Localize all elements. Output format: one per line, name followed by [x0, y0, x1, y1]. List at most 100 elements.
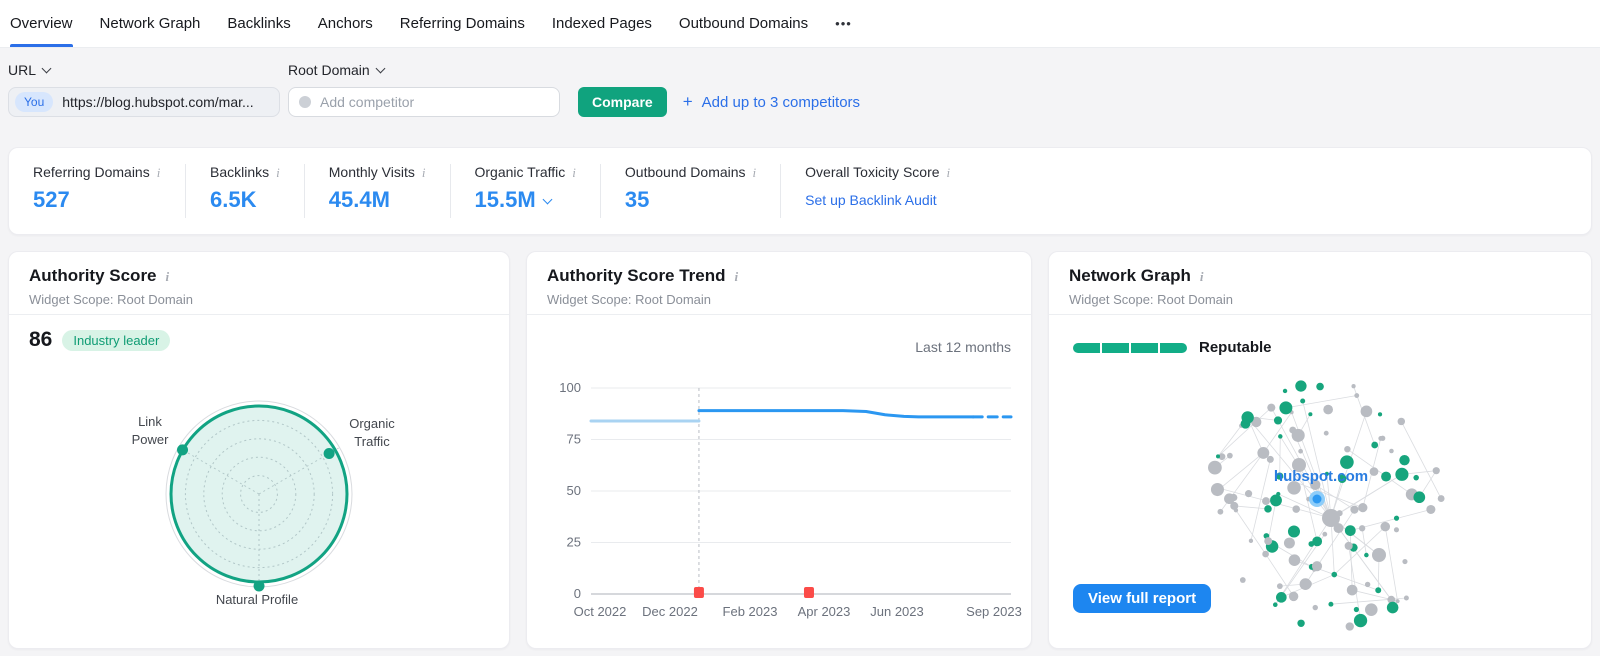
widget-scope: Widget Scope: Root Domain	[1069, 292, 1571, 307]
tab-indexed-pages[interactable]: Indexed Pages	[552, 0, 652, 47]
view-full-report-button[interactable]: View full report	[1073, 584, 1211, 613]
svg-text:0: 0	[574, 586, 581, 601]
metric-organic-traffic: Organic Traffic i 15.5M	[450, 164, 600, 218]
setup-backlink-audit-link[interactable]: Set up Backlink Audit	[805, 192, 950, 208]
metric-value: 6.5K	[210, 187, 280, 213]
card-title: Authority Score	[29, 266, 157, 286]
tab-outbound-domains[interactable]: Outbound Domains	[679, 0, 808, 47]
chevron-down-icon	[375, 63, 385, 73]
info-icon[interactable]: i	[1200, 270, 1204, 283]
metric-backlinks: Backlinks i 6.5K	[185, 164, 304, 218]
widget-scope: Widget Scope: Root Domain	[547, 292, 1011, 307]
metric-monthly-visits: Monthly Visitsi 45.4M	[304, 164, 450, 218]
ellipsis-icon: •••	[835, 16, 852, 31]
add-competitors-link[interactable]: + Add up to 3 competitors	[683, 87, 860, 117]
radar-axis-link-power: Link Power	[121, 413, 179, 448]
info-icon[interactable]: i	[276, 166, 280, 179]
tabs-more-button[interactable]: •••	[835, 0, 852, 47]
tab-anchors-label: Anchors	[318, 15, 373, 32]
svg-text:100: 100	[559, 380, 581, 395]
trend-chart-body: Last 12 months 0 25 50 75 100 Oct 2022 Dec 202…	[527, 315, 1031, 649]
tab-bar: Overview Network Graph Backlinks Anchors…	[0, 0, 1600, 48]
info-icon[interactable]: i	[422, 166, 426, 179]
info-icon[interactable]: i	[947, 166, 951, 179]
radar-axis-natural-profile: Natural Profile	[9, 591, 505, 609]
network-graph-card: Network Graphi Widget Scope: Root Domain…	[1048, 251, 1592, 649]
info-icon[interactable]: i	[753, 166, 757, 179]
svg-text:Sep 2023: Sep 2023	[966, 604, 1022, 619]
tab-referring-domains-label: Referring Domains	[400, 15, 525, 32]
you-badge: You	[15, 92, 53, 112]
url-type-label: URL	[8, 62, 36, 78]
metric-value: 45.4M	[329, 187, 426, 213]
tab-backlinks[interactable]: Backlinks	[227, 0, 290, 47]
card-title: Authority Score Trend	[547, 266, 726, 286]
add-competitors-link-label: Add up to 3 competitors	[702, 94, 860, 111]
svg-text:Dec 2022: Dec 2022	[642, 604, 698, 619]
card-header: Authority Score Trend i Widget Scope: Roo…	[527, 252, 1031, 315]
scope-dropdown[interactable]: Root Domain	[288, 62, 560, 78]
target-column: URL You https://blog.hubspot.com/mar...	[8, 62, 280, 117]
authority-score-body: 86 Industry leader Link Power Organic Tr…	[9, 315, 509, 649]
reputation-meter	[1073, 343, 1187, 353]
metric-label: Backlinks	[210, 164, 269, 180]
metric-value-dropdown[interactable]: 15.5M	[475, 187, 576, 213]
info-icon[interactable]: i	[572, 166, 576, 179]
chevron-down-icon	[42, 63, 52, 73]
card-header: Authority Score i Widget Scope: Root Doma…	[9, 252, 509, 315]
svg-text:Jun 2023: Jun 2023	[870, 604, 924, 619]
metric-value: 15.5M	[475, 187, 536, 213]
add-competitor-input[interactable]: Add competitor	[288, 87, 560, 117]
metric-label: Referring Domains	[33, 164, 150, 180]
tab-network-graph[interactable]: Network Graph	[100, 0, 201, 47]
metric-referring-domains: Referring Domains i 527	[9, 164, 185, 218]
tab-network-graph-label: Network Graph	[100, 15, 201, 32]
info-icon[interactable]: i	[735, 270, 739, 283]
tab-outbound-domains-label: Outbound Domains	[679, 15, 808, 32]
chevron-down-icon	[542, 194, 552, 204]
svg-text:Oct 2022: Oct 2022	[574, 604, 627, 619]
compare-button[interactable]: Compare	[578, 87, 667, 117]
target-url-input[interactable]: You https://blog.hubspot.com/mar...	[8, 87, 280, 117]
tab-overview[interactable]: Overview	[10, 0, 73, 47]
metric-toxicity-score: Overall Toxicity Score i Set up Backlink …	[780, 164, 974, 218]
metric-label: Organic Traffic	[475, 164, 566, 180]
scope-label: Root Domain	[288, 62, 370, 78]
card-header: Network Graphi Widget Scope: Root Domain	[1049, 252, 1591, 315]
industry-leader-badge: Industry leader	[62, 330, 170, 351]
date-range-label: Last 12 months	[915, 339, 1011, 355]
url-type-dropdown[interactable]: URL	[8, 62, 280, 78]
widget-scope: Widget Scope: Root Domain	[29, 292, 489, 307]
metric-label: Outbound Domains	[625, 164, 746, 180]
authority-score-card: Authority Score i Widget Scope: Root Doma…	[8, 251, 510, 649]
tab-referring-domains[interactable]: Referring Domains	[400, 0, 525, 47]
metric-value: 527	[33, 187, 161, 213]
svg-text:Feb 2023: Feb 2023	[723, 604, 778, 619]
authority-score-trend-card: Authority Score Trend i Widget Scope: Roo…	[526, 251, 1032, 649]
info-icon[interactable]: i	[157, 166, 161, 179]
radar-chart: Link Power Organic Traffic Natural Profi…	[9, 351, 509, 633]
radar-axis-organic-traffic: Organic Traffic	[341, 415, 403, 450]
network-graph-body: hubspot.com Reputable View full report	[1049, 315, 1591, 649]
tab-indexed-pages-label: Indexed Pages	[552, 15, 652, 32]
tab-anchors[interactable]: Anchors	[318, 0, 373, 47]
trend-line-chart: 0 25 50 75 100 Oct 2022 Dec 2022 Feb 2023 Apr 20…	[527, 375, 1033, 635]
competitor-column: Root Domain Add competitor	[288, 62, 560, 117]
metric-value: 35	[625, 187, 756, 213]
tab-backlinks-label: Backlinks	[227, 15, 290, 32]
plus-icon: +	[683, 92, 693, 112]
svg-text:25: 25	[567, 535, 581, 550]
svg-text:75: 75	[567, 432, 581, 447]
authority-score-value: 86	[29, 328, 52, 352]
reputation-label: Reputable	[1199, 339, 1272, 356]
info-icon[interactable]: i	[166, 270, 170, 283]
widgets-row: Authority Score i Widget Scope: Root Doma…	[8, 251, 1592, 649]
metric-label: Overall Toxicity Score	[805, 164, 939, 180]
tab-overview-label: Overview	[10, 15, 73, 32]
competitor-dot-icon	[299, 96, 311, 108]
svg-text:50: 50	[567, 483, 581, 498]
svg-text:Apr 2023: Apr 2023	[798, 604, 851, 619]
summary-metrics-bar: Referring Domains i 527 Backlinks i 6.5K M…	[8, 147, 1592, 235]
metric-outbound-domains: Outbound Domains i 35	[600, 164, 780, 218]
target-url-value: https://blog.hubspot.com/mar...	[62, 94, 253, 110]
